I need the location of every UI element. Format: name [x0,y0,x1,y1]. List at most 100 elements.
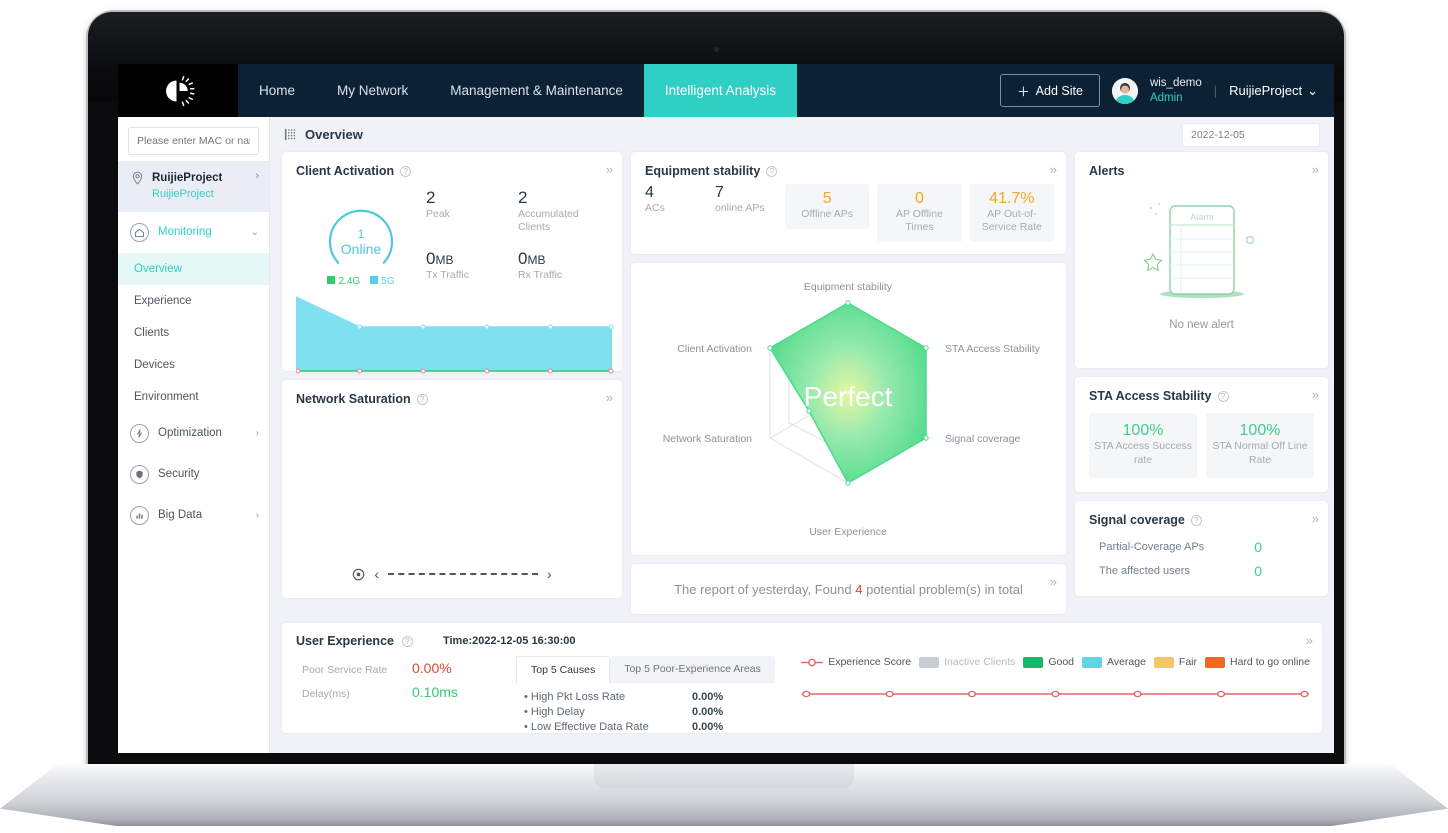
stat-tx-traffic-caption: Tx Traffic [426,268,469,281]
sta-access-expand-icon[interactable]: » [1312,387,1319,402]
report-suffix: potential problem(s) in total [866,581,1023,597]
stat-accumulated-clients-value: 2 [518,188,528,207]
user-info[interactable]: wis_demo Admin [1150,76,1202,105]
yesterday-report-expand-icon[interactable]: » [1050,574,1057,589]
yesterday-report-card[interactable]: » The report of yesterday, Found 4 poten… [631,564,1066,615]
sta-tile-normal-offline-rate-caption: STA Normal Off Line Rate [1212,440,1308,466]
cause-name: • High Delay [524,705,585,718]
target-icon[interactable] [352,568,365,581]
sidebar-item-devices[interactable]: Devices [118,349,269,381]
equipment-stability-expand-icon[interactable]: » [1050,162,1057,177]
user-experience-wrapper: » User Experience ? Time:2022-12-05 16:3… [270,623,1334,734]
radar-center-label: Perfect [804,381,893,412]
sidebar-group-optimization[interactable]: Optimization › [118,413,269,454]
sidebar-search-wrapper [118,117,269,161]
legend-swatch-hard-to-go-online [1205,656,1226,668]
tab-top-5-poor-experience-areas[interactable]: Top 5 Poor-Experience Areas [610,656,775,684]
user-experience-time: Time:2022-12-05 16:30:00 [442,635,576,648]
gauge-caption: Online [340,241,382,258]
causes-list: • High Pkt Loss Rate 0.00% • High Delay … [516,683,779,734]
network-saturation-card: » Network Saturation ? ‹ › [282,380,622,598]
signal-coverage-row-affected-users-label: The affected users [1099,565,1190,578]
stat-peak: 2 Peak [426,188,518,239]
sidebar-item-environment[interactable]: Environment [118,381,269,413]
network-saturation-header: Network Saturation ? [282,380,622,406]
client-activation-title: Client Activation [296,164,395,178]
signal-coverage-row-partial-coverage-aps: Partial-Coverage APs 0 [1075,535,1328,559]
sidebar-item-overview[interactable]: Overview [118,252,269,285]
equipment-tile-ap-out-of-service-rate: 41.7% AP Out-of-Service Rate [969,184,1054,243]
user-experience-legend: Experience Score Inactive Clients Good A… [801,656,1310,668]
pager-track[interactable] [388,573,538,575]
signal-coverage-body: Partial-Coverage APs 0 The affected user… [1075,527,1328,583]
question-circle-icon[interactable]: ? [401,635,413,647]
sta-access-body: 100% STA Access Success rate 100% STA No… [1075,403,1328,492]
add-site-button[interactable]: ＋ Add Site [1000,74,1100,107]
chevron-left-icon[interactable]: ‹ [374,566,379,582]
sidebar-project-subtitle: RuijieProject [152,187,214,200]
legend-label-5g: 5G [381,276,395,287]
question-circle-icon[interactable]: ? [766,165,778,177]
legend-label-average: Average [1107,656,1146,669]
sidebar-item-experience[interactable]: Experience [118,285,269,317]
sidebar-group-big-data[interactable]: Big Data › [118,495,269,536]
legend-item-good[interactable]: Good [1023,656,1074,668]
sta-tile-access-success-rate: 100% STA Access Success rate [1089,413,1197,479]
legend-swatch-average [1082,656,1102,668]
sidebar-project-row[interactable]: RuijieProject RuijieProject › [118,161,269,212]
legend-item-inactive-clients[interactable]: Inactive Clients [919,656,1015,668]
line-marker-icon [801,658,824,667]
dashboard-grid: » Client Activation ? 1 Online 2.4G 5G 2… [270,152,1334,623]
user-experience-body: Poor Service Rate 0.00% Delay(ms) 0.10ms [282,648,1322,734]
legend-item-average[interactable]: Average [1082,656,1146,668]
question-circle-icon[interactable]: ? [1217,390,1229,402]
legend-item-5g[interactable]: 5G [370,276,395,287]
brand-logo[interactable] [118,64,238,117]
page-title: Overview [305,127,363,142]
metric-delay: Delay(ms) 0.10ms [296,680,516,704]
bar-chart-circle-icon [130,505,149,525]
screen: Home My Network Management & Maintenance… [118,64,1334,753]
search-input[interactable] [128,127,259,155]
legend-item-24g[interactable]: 2.4G [327,276,360,287]
metric-poor-service-rate-value: 0.00% [412,660,452,677]
client-activation-expand-icon[interactable]: » [606,162,613,177]
sidebar-group-security[interactable]: Security [118,454,269,495]
question-circle-icon[interactable]: ? [400,165,412,177]
yesterday-report-text: The report of yesterday, Found 4 potenti… [674,582,1023,597]
tab-top-5-causes[interactable]: Top 5 Causes [516,656,611,684]
equipment-tile-ap-offline-times: 0 AP Offline Times [877,184,962,243]
legend-swatch-24g [327,276,336,284]
date-picker-value: 2022-12-05 [1191,128,1245,141]
equipment-tile-offline-aps: 5 Offline APs [785,184,870,230]
chevron-right-icon[interactable]: › [547,566,552,582]
question-circle-icon[interactable]: ? [416,393,428,405]
legend-item-hard-to-go-online[interactable]: Hard to go online [1205,656,1310,668]
radar-axis-label-network-saturation: Network Saturation [663,433,752,445]
user-experience-expand-icon[interactable]: » [1306,633,1313,648]
equipment-tile-ap-out-of-service-rate-caption: AP Out-of-Service Rate [981,208,1042,234]
topbar-divider: | [1213,83,1218,98]
equipment-stability-header: Equipment stability ? [631,152,1066,178]
nav-item-management-maintenance[interactable]: Management & Maintenance [429,64,644,117]
legend-item-fair[interactable]: Fair [1153,656,1197,668]
avatar[interactable] [1111,77,1138,104]
nav-item-my-network[interactable]: My Network [316,64,429,117]
alerts-expand-icon[interactable]: » [1312,162,1319,177]
nav-item-intelligent-analysis[interactable]: Intelligent Analysis [643,64,797,117]
project-selector[interactable]: RuijieProject ⌄ [1229,83,1318,99]
date-picker[interactable]: 2022-12-05 [1182,122,1320,147]
legend-item-experience-score[interactable]: Experience Score [801,656,911,668]
signal-coverage-header: Signal coverage ? [1075,501,1328,527]
sidebar-group-monitoring[interactable]: Monitoring ⌄ [118,212,269,253]
network-saturation-expand-icon[interactable]: » [606,390,613,405]
sidebar-item-clients[interactable]: Clients [118,317,269,349]
stat-accumulated-clients-caption: Accumulated Clients [518,207,579,233]
signal-coverage-expand-icon[interactable]: » [1312,511,1319,526]
equipment-tile-ap-out-of-service-rate-value: 41.7% [989,190,1035,207]
project-selector-label: RuijieProject [1229,83,1303,98]
question-circle-icon[interactable]: ? [1190,514,1202,526]
nav-item-home[interactable]: Home [238,64,316,117]
stat-peak-value: 2 [426,188,436,207]
legend-swatch-inactive-clients [919,656,940,668]
